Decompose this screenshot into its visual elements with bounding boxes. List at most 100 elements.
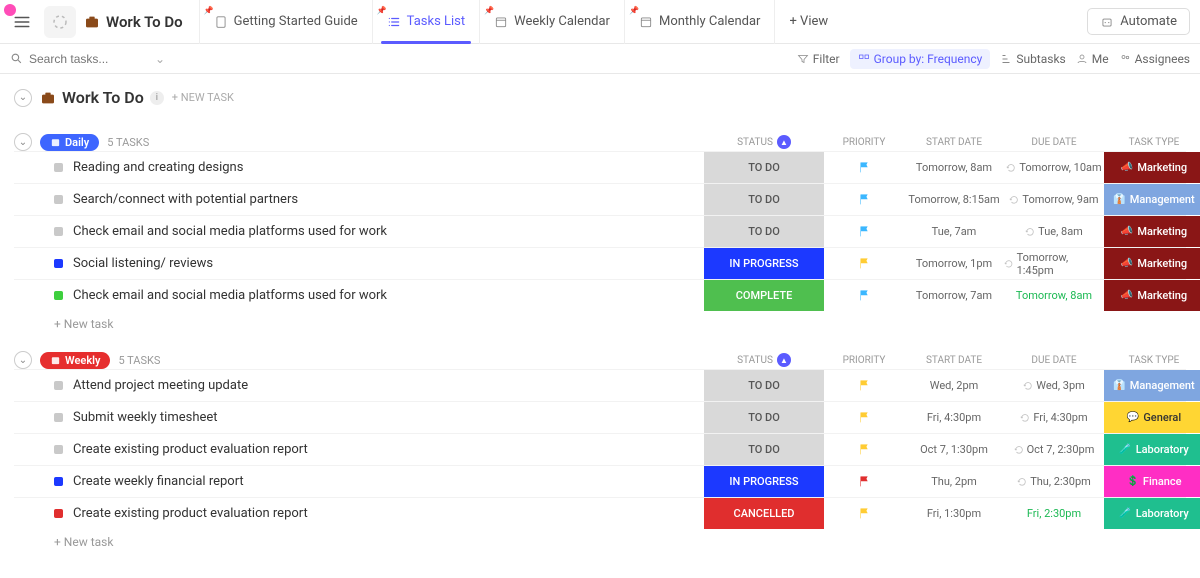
col-header-status[interactable]: STATUS▲ [704, 135, 824, 149]
due-date-cell[interactable]: Tomorrow, 1:45pm [1004, 248, 1104, 279]
status-square-icon[interactable] [54, 227, 63, 236]
due-date-cell[interactable]: Tomorrow, 10am [1004, 152, 1104, 183]
task-name[interactable]: Check email and social media platforms u… [73, 224, 387, 239]
task-name[interactable]: Reading and creating designs [73, 160, 243, 175]
status-square-icon[interactable] [54, 381, 63, 390]
new-task-button[interactable]: + NEW TASK [172, 91, 234, 104]
start-date-cell[interactable]: Tue, 7am [904, 216, 1004, 247]
due-date-cell[interactable]: Thu, 2:30pm [1004, 466, 1104, 497]
status-cell[interactable]: TO DO [704, 216, 824, 247]
status-cell[interactable]: TO DO [704, 370, 824, 401]
filter-button[interactable]: Filter [797, 52, 840, 66]
col-header-type[interactable]: TASK TYPE [1104, 355, 1200, 366]
priority-cell[interactable] [824, 434, 904, 465]
task-name[interactable]: Attend project meeting update [73, 378, 248, 393]
start-date-cell[interactable]: Tomorrow, 8am [904, 152, 1004, 183]
status-cell[interactable]: TO DO [704, 402, 824, 433]
task-row[interactable]: Check email and social media platforms u… [14, 215, 1186, 247]
type-cell[interactable]: 💬General [1104, 402, 1200, 433]
tab-weekly-calendar[interactable]: 📌 Weekly Calendar [479, 0, 624, 44]
task-row[interactable]: Search/connect with potential partners T… [14, 183, 1186, 215]
task-name[interactable]: Submit weekly timesheet [73, 410, 218, 425]
start-date-cell[interactable]: Tomorrow, 7am [904, 280, 1004, 311]
due-date-cell[interactable]: Wed, 3pm [1004, 370, 1104, 401]
start-date-cell[interactable]: Tomorrow, 1pm [904, 248, 1004, 279]
chevron-down-icon[interactable]: ⌄ [155, 52, 165, 66]
tab-getting-started[interactable]: 📌 Getting Started Guide [199, 0, 372, 44]
task-row[interactable]: Create existing product evaluation repor… [14, 433, 1186, 465]
task-row[interactable]: Reading and creating designs TO DO Tomor… [14, 151, 1186, 183]
status-square-icon[interactable] [54, 477, 63, 486]
col-header-priority[interactable]: PRIORITY [824, 355, 904, 366]
project-title[interactable]: Work To Do [84, 13, 183, 31]
task-name[interactable]: Create weekly financial report [73, 474, 244, 489]
group-chip[interactable]: Weekly [40, 352, 110, 369]
due-date-cell[interactable]: Oct 7, 2:30pm [1004, 434, 1104, 465]
status-cell[interactable]: IN PROGRESS [704, 248, 824, 279]
col-header-priority[interactable]: PRIORITY [824, 137, 904, 148]
status-square-icon[interactable] [54, 445, 63, 454]
type-cell[interactable]: 📣Marketing [1104, 216, 1200, 247]
task-name[interactable]: Search/connect with potential partners [73, 192, 298, 207]
status-square-icon[interactable] [54, 509, 63, 518]
status-cell[interactable]: CANCELLED [704, 498, 824, 529]
collapse-all-button[interactable]: ⌄ [14, 89, 32, 107]
task-name[interactable]: Create existing product evaluation repor… [73, 442, 308, 457]
group-by-button[interactable]: Group by: Frequency [850, 49, 991, 69]
start-date-cell[interactable]: Wed, 2pm [904, 370, 1004, 401]
col-header-due[interactable]: DUE DATE [1004, 355, 1104, 366]
task-row[interactable]: Create weekly financial report IN PROGRE… [14, 465, 1186, 497]
automate-button[interactable]: Automate [1087, 8, 1190, 35]
priority-cell[interactable] [824, 370, 904, 401]
task-row[interactable]: Social listening/ reviews IN PROGRESS To… [14, 247, 1186, 279]
start-date-cell[interactable]: Oct 7, 1:30pm [904, 434, 1004, 465]
status-square-icon[interactable] [54, 195, 63, 204]
start-date-cell[interactable]: Tomorrow, 8:15am [904, 184, 1004, 215]
due-date-cell[interactable]: Fri, 2:30pm [1004, 498, 1104, 529]
status-cell[interactable]: TO DO [704, 434, 824, 465]
priority-cell[interactable] [824, 216, 904, 247]
type-cell[interactable]: 👔Management [1104, 370, 1200, 401]
task-row[interactable]: Attend project meeting update TO DO Wed,… [14, 369, 1186, 401]
priority-cell[interactable] [824, 402, 904, 433]
subtasks-button[interactable]: Subtasks [1000, 52, 1065, 66]
tab-tasks-list[interactable]: 📌 Tasks List [372, 0, 479, 44]
task-row[interactable]: Check email and social media platforms u… [14, 279, 1186, 311]
status-cell[interactable]: IN PROGRESS [704, 466, 824, 497]
add-task-button[interactable]: + New task [14, 311, 1186, 337]
status-cell[interactable]: TO DO [704, 184, 824, 215]
add-task-button[interactable]: + New task [14, 529, 1186, 555]
start-date-cell[interactable]: Fri, 4:30pm [904, 402, 1004, 433]
assignees-button[interactable]: Assignees [1119, 52, 1190, 66]
task-name[interactable]: Create existing product evaluation repor… [73, 506, 308, 521]
col-header-due[interactable]: DUE DATE [1004, 137, 1104, 148]
status-square-icon[interactable] [54, 413, 63, 422]
priority-cell[interactable] [824, 248, 904, 279]
due-date-cell[interactable]: Tomorrow, 9am [1004, 184, 1104, 215]
search-input[interactable] [29, 52, 149, 66]
task-row[interactable]: Create existing product evaluation repor… [14, 497, 1186, 529]
col-header-start[interactable]: START DATE [904, 137, 1004, 148]
task-row[interactable]: Submit weekly timesheet TO DO Fri, 4:30p… [14, 401, 1186, 433]
priority-cell[interactable] [824, 498, 904, 529]
type-cell[interactable]: 🧪Laboratory [1104, 434, 1200, 465]
type-cell[interactable]: 👔Management [1104, 184, 1200, 215]
status-cell[interactable]: TO DO [704, 152, 824, 183]
priority-cell[interactable] [824, 184, 904, 215]
col-header-type[interactable]: TASK TYPE [1104, 137, 1200, 148]
priority-cell[interactable] [824, 280, 904, 311]
group-chip[interactable]: Daily [40, 134, 99, 151]
add-view-button[interactable]: + View [774, 0, 842, 44]
tab-monthly-calendar[interactable]: 📌 Monthly Calendar [624, 0, 774, 44]
type-cell[interactable]: 🧪Laboratory [1104, 498, 1200, 529]
col-header-start[interactable]: START DATE [904, 355, 1004, 366]
type-cell[interactable]: 📣Marketing [1104, 248, 1200, 279]
type-cell[interactable]: 📣Marketing [1104, 152, 1200, 183]
due-date-cell[interactable]: Tomorrow, 8am [1004, 280, 1104, 311]
group-collapse-button[interactable]: ⌄ [14, 133, 32, 151]
menu-button[interactable] [8, 8, 36, 36]
status-cell[interactable]: COMPLETE [704, 280, 824, 311]
search-box[interactable]: ⌄ [10, 52, 180, 66]
priority-cell[interactable] [824, 152, 904, 183]
type-cell[interactable]: 📣Marketing [1104, 280, 1200, 311]
